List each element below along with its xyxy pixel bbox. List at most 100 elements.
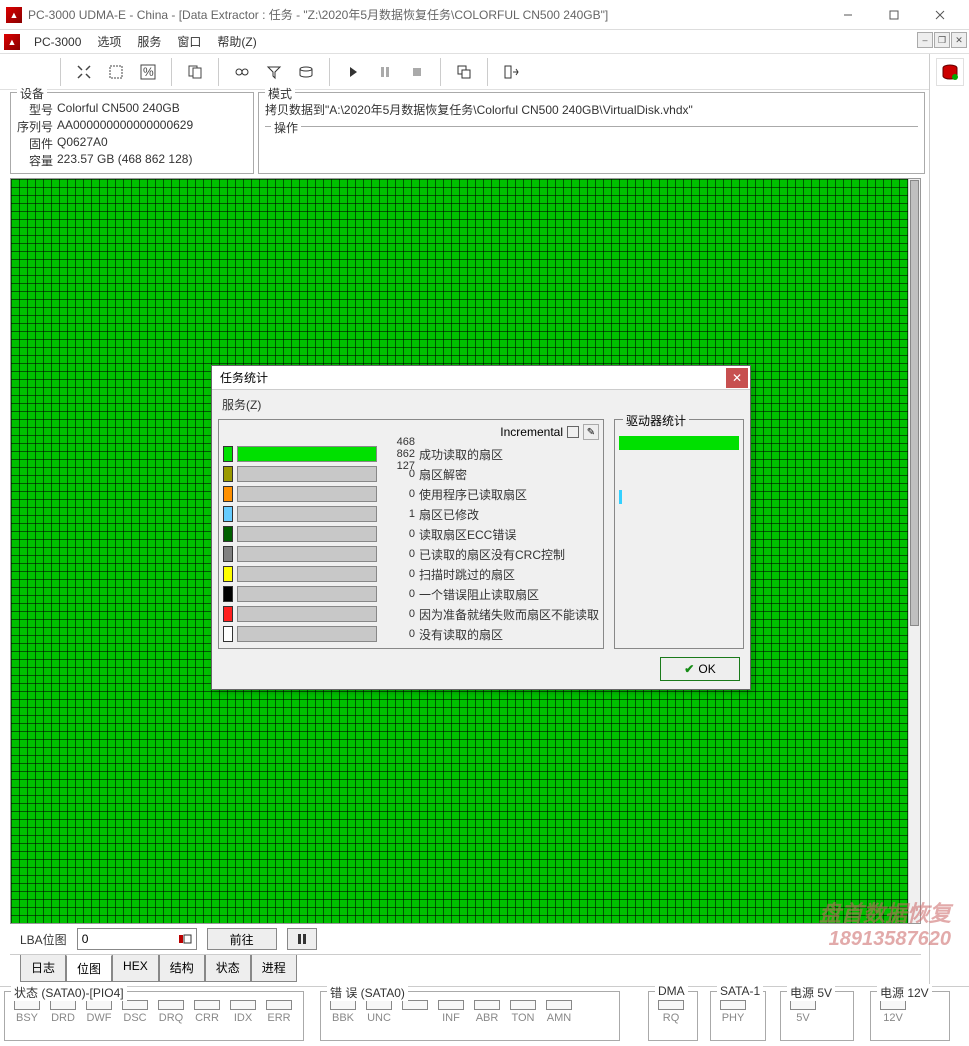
device-serial: AA000000000000000629 <box>57 118 193 135</box>
window-title: PC-3000 UDMA-E - China - [Data Extractor… <box>28 6 825 23</box>
maximize-button[interactable] <box>871 1 917 29</box>
stat-value: 0 <box>377 548 419 560</box>
mdi-minimize-button[interactable]: – <box>917 32 933 48</box>
drive-stats-bar <box>619 436 739 450</box>
stat-value: 0 <box>377 568 419 580</box>
pause-button[interactable] <box>287 928 317 950</box>
stat-desc: 读取扇区ECC错误 <box>419 526 516 543</box>
status-led: TON <box>507 1000 539 1024</box>
stat-bar <box>237 606 377 622</box>
stat-bar <box>237 566 377 582</box>
main-toolbar: % <box>0 54 929 90</box>
stat-row: 0 已读取的扇区没有CRC控制 <box>223 544 599 564</box>
stat-desc: 使用程序已读取扇区 <box>419 486 527 503</box>
lba-input[interactable]: 0 <box>77 928 197 950</box>
drive-stats-icon[interactable] <box>936 58 964 86</box>
mdi-restore-button[interactable]: ❐ <box>934 32 950 48</box>
stats-list: Incremental ✎ 468 862 127 成功读取的扇区 0 扇区解密… <box>218 419 604 649</box>
tab-log[interactable]: 日志 <box>20 955 66 982</box>
tab-status[interactable]: 状态 <box>205 955 251 982</box>
stat-desc: 扇区解密 <box>419 466 467 483</box>
cascade-icon[interactable] <box>449 57 479 87</box>
minimize-button[interactable] <box>825 1 871 29</box>
exit-icon[interactable] <box>496 57 526 87</box>
stat-row: 0 没有读取的扇区 <box>223 624 599 644</box>
stat-desc: 扇区已修改 <box>419 506 479 523</box>
edit-icon[interactable]: ✎ <box>583 424 599 440</box>
incremental-label: Incremental <box>500 425 563 439</box>
funnel-icon[interactable] <box>259 57 289 87</box>
status-led: DWF <box>83 1000 115 1024</box>
status-led: 12V <box>877 1000 909 1024</box>
status-led: AMN <box>543 1000 575 1024</box>
tab-process[interactable]: 进程 <box>251 955 297 982</box>
tab-structure[interactable]: 结构 <box>159 955 205 982</box>
menu-window[interactable]: 窗口 <box>169 30 209 53</box>
stat-value: 0 <box>377 588 419 600</box>
color-swatch <box>223 606 233 622</box>
status-led: BSY <box>11 1000 43 1024</box>
operation-legend: 操作 <box>271 119 301 136</box>
status-led: INF <box>435 1000 467 1024</box>
copy-icon[interactable] <box>180 57 210 87</box>
drive-stats-panel: 驱动器统计 <box>614 419 744 649</box>
stat-row: 0 使用程序已读取扇区 <box>223 484 599 504</box>
color-swatch <box>223 486 233 502</box>
menu-services[interactable]: 服务 <box>129 30 169 53</box>
tab-hex[interactable]: HEX <box>112 955 159 982</box>
disk-icon[interactable] <box>291 57 321 87</box>
status-led: CRR <box>191 1000 223 1024</box>
tools-icon[interactable] <box>69 57 99 87</box>
menu-help[interactable]: 帮助(Z) <box>209 30 264 53</box>
stat-desc: 已读取的扇区没有CRC控制 <box>419 546 565 563</box>
tab-bitmap[interactable]: 位图 <box>66 955 112 982</box>
stat-value: 1 <box>377 508 419 520</box>
color-swatch <box>223 586 233 602</box>
play-icon[interactable] <box>338 57 368 87</box>
close-button[interactable] <box>917 1 963 29</box>
color-swatch <box>223 506 233 522</box>
goto-button[interactable]: 前往 <box>207 928 277 950</box>
binoculars-icon[interactable] <box>227 57 257 87</box>
stat-row: 0 扫描时跳过的扇区 <box>223 564 599 584</box>
stat-desc: 成功读取的扇区 <box>419 446 503 463</box>
status-led: BBK <box>327 1000 359 1024</box>
stat-value: 0 <box>377 628 419 640</box>
status-led: 5V <box>787 1000 819 1024</box>
color-swatch <box>223 566 233 582</box>
template-icon[interactable] <box>101 57 131 87</box>
device-model: Colorful CN500 240GB <box>57 101 180 118</box>
status-led <box>399 1000 431 1024</box>
mdi-close-button[interactable]: ✕ <box>951 32 967 48</box>
dialog-title: 任务统计 <box>220 369 268 386</box>
mode-panel: 模式 拷贝数据到"A:\2020年5月数据恢复任务\Colorful CN500… <box>258 92 925 174</box>
menu-app[interactable]: PC-3000 <box>26 32 89 52</box>
stat-row: 0 一个错误阻止读取扇区 <box>223 584 599 604</box>
status-group: 电源 5V5V <box>780 991 854 1041</box>
stat-bar <box>237 466 377 482</box>
stat-row: 0 因为准备就绪失败而扇区不能读取 <box>223 604 599 624</box>
app-icon: ▲ <box>6 7 22 23</box>
color-swatch <box>223 626 233 642</box>
status-led: DRD <box>47 1000 79 1024</box>
incremental-checkbox[interactable] <box>567 426 579 438</box>
status-led: DSC <box>119 1000 151 1024</box>
stop-icon[interactable] <box>402 57 432 87</box>
status-strip: 状态 (SATA0)-[PIO4]BSYDRDDWFDSCDRQCRRIDXER… <box>0 986 969 1046</box>
side-toolbar <box>929 54 969 986</box>
map-scrollbar[interactable] <box>908 179 920 923</box>
stat-bar <box>237 546 377 562</box>
menu-options[interactable]: 选项 <box>89 30 129 53</box>
lba-label: LBA位图 <box>20 931 67 948</box>
stat-value: 0 <box>377 608 419 620</box>
dialog-close-button[interactable]: ✕ <box>726 368 748 388</box>
stat-bar <box>237 486 377 502</box>
pause-icon[interactable] <box>370 57 400 87</box>
stat-value: 0 <box>377 468 419 480</box>
status-led: ABR <box>471 1000 503 1024</box>
percent-icon[interactable]: % <box>133 57 163 87</box>
pc3000-icon: ▲ <box>4 34 20 50</box>
stat-value: 0 <box>377 528 419 540</box>
ok-button[interactable]: ✔ OK <box>660 657 740 681</box>
status-group: SATA-1PHY <box>710 991 766 1041</box>
